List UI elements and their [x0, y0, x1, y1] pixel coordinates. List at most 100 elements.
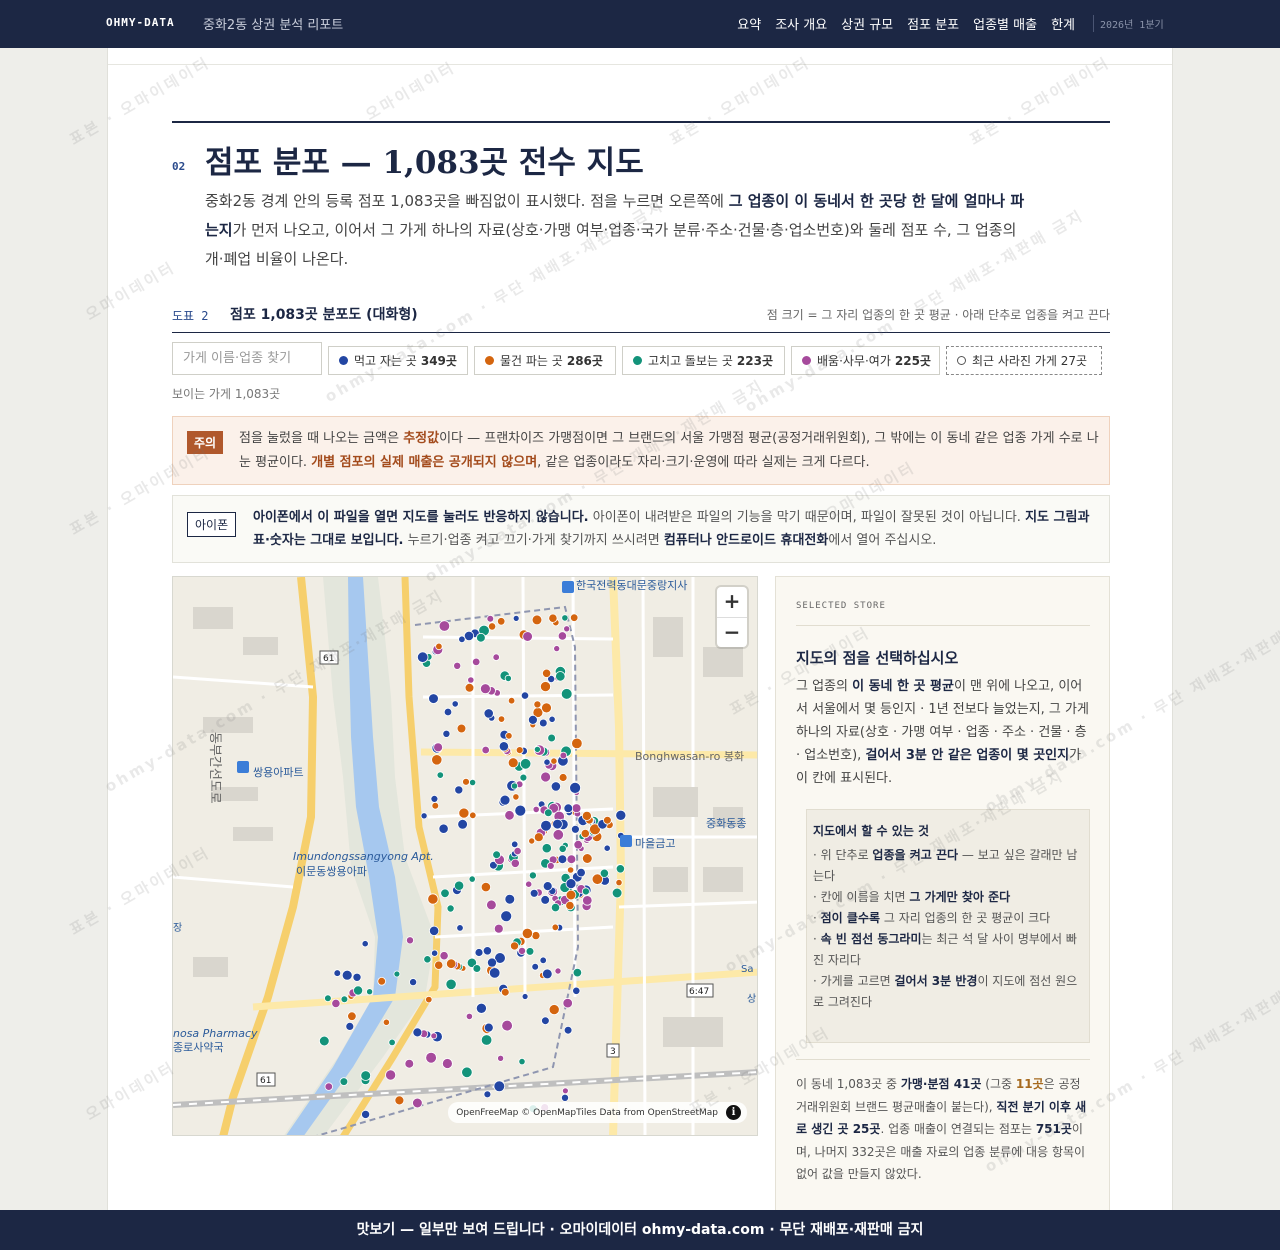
store-dot[interactable]: [533, 745, 541, 753]
store-dot[interactable]: [603, 844, 611, 852]
store-dot[interactable]: [425, 1051, 437, 1064]
store-dot[interactable]: [554, 967, 562, 975]
store-dot[interactable]: [518, 1057, 526, 1066]
store-dot[interactable]: [454, 785, 464, 795]
store-dot[interactable]: [515, 746, 524, 755]
store-dot[interactable]: [512, 615, 520, 622]
store-search-input[interactable]: [172, 342, 322, 375]
store-dot[interactable]: [409, 978, 418, 987]
store-dot[interactable]: [469, 811, 477, 819]
store-dot[interactable]: [563, 803, 574, 814]
store-dot[interactable]: [352, 972, 362, 982]
store-dot[interactable]: [560, 1093, 569, 1102]
store-dot[interactable]: [512, 793, 520, 801]
store-dot[interactable]: [581, 853, 593, 864]
store-dot[interactable]: [599, 868, 609, 878]
store-dot[interactable]: [548, 1004, 560, 1016]
store-dot[interactable]: [571, 803, 582, 814]
store-dot[interactable]: [615, 864, 625, 874]
store-dot[interactable]: [522, 631, 533, 642]
store-dot[interactable]: [377, 976, 387, 986]
store-dot[interactable]: [533, 700, 542, 709]
store-dot[interactable]: [476, 632, 486, 643]
store-dot[interactable]: [541, 968, 553, 980]
store-dot[interactable]: [509, 941, 519, 951]
store-dot[interactable]: [531, 614, 543, 626]
store-dot[interactable]: [431, 802, 440, 810]
filter-eat-button[interactable]: 먹고 자는 곳 349곳: [328, 346, 468, 375]
info-icon[interactable]: i: [726, 1105, 741, 1120]
store-dot[interactable]: [566, 854, 577, 865]
store-dot[interactable]: [525, 880, 533, 888]
store-dot[interactable]: [412, 1097, 423, 1109]
store-dot[interactable]: [580, 829, 590, 839]
store-dot[interactable]: [571, 737, 583, 750]
store-dot[interactable]: [550, 902, 561, 913]
store-dot[interactable]: [527, 714, 538, 725]
store-dot[interactable]: [440, 888, 450, 899]
store-dot[interactable]: [541, 843, 552, 854]
store-dot[interactable]: [430, 949, 439, 957]
store-dot[interactable]: [550, 757, 558, 765]
store-dot[interactable]: [360, 1070, 372, 1081]
store-dot[interactable]: [519, 773, 528, 782]
store-dot[interactable]: [547, 733, 556, 743]
store-dot[interactable]: [461, 1066, 473, 1079]
store-dot[interactable]: [436, 771, 444, 779]
store-dot[interactable]: [514, 804, 527, 817]
store-dot[interactable]: [558, 773, 568, 782]
store-dot[interactable]: [581, 887, 590, 896]
store-dot[interactable]: [420, 812, 428, 820]
store-dot[interactable]: [513, 846, 522, 856]
store-dot[interactable]: [543, 758, 551, 766]
store-dot[interactable]: [489, 967, 501, 979]
store-dot[interactable]: [385, 1069, 397, 1081]
store-dot[interactable]: [453, 661, 462, 670]
store-dot[interactable]: [493, 1080, 506, 1093]
store-dot[interactable]: [479, 683, 491, 695]
store-dot[interactable]: [541, 1016, 550, 1026]
store-dot[interactable]: [520, 691, 530, 700]
store-dot[interactable]: [581, 810, 592, 821]
store-dot[interactable]: [404, 1058, 415, 1069]
store-dot[interactable]: [552, 818, 563, 830]
store-dot[interactable]: [563, 1025, 573, 1035]
filter-closed-button[interactable]: 최근 사라진 가게 27곳: [946, 346, 1102, 375]
store-dot[interactable]: [510, 782, 519, 790]
store-dot[interactable]: [434, 960, 444, 970]
store-dot[interactable]: [430, 794, 439, 803]
store-dot[interactable]: [480, 881, 491, 893]
store-dot[interactable]: [525, 947, 535, 956]
store-dot[interactable]: [319, 1035, 330, 1047]
store-dot[interactable]: [553, 645, 561, 653]
store-dot[interactable]: [531, 962, 540, 971]
store-dot[interactable]: [464, 683, 475, 693]
store-dot[interactable]: [505, 732, 513, 740]
store-dot[interactable]: [345, 1021, 355, 1031]
store-dot[interactable]: [510, 858, 520, 868]
store-dot[interactable]: [563, 625, 571, 633]
store-dot[interactable]: [423, 955, 432, 964]
store-dot[interactable]: [324, 1082, 333, 1091]
store-dot[interactable]: [500, 910, 513, 923]
store-dot[interactable]: [353, 985, 364, 996]
store-dot[interactable]: [497, 1054, 505, 1062]
store-dot[interactable]: [474, 948, 484, 957]
store-dot[interactable]: [615, 878, 623, 887]
store-dot[interactable]: [559, 751, 568, 760]
nav-link-market-size[interactable]: 상권 규모: [841, 14, 893, 33]
store-dot[interactable]: [456, 924, 464, 932]
store-dot[interactable]: [472, 657, 481, 667]
store-dot[interactable]: [483, 708, 494, 719]
store-dot[interactable]: [382, 1018, 390, 1026]
store-dot[interactable]: [497, 715, 506, 723]
store-dot[interactable]: [438, 823, 449, 834]
store-dot[interactable]: [504, 674, 512, 683]
store-dot[interactable]: [442, 729, 451, 738]
store-dot[interactable]: [560, 688, 573, 700]
store-dot[interactable]: [566, 866, 575, 874]
store-dot[interactable]: [539, 956, 547, 964]
store-dot[interactable]: [558, 844, 567, 853]
store-dot[interactable]: [412, 1027, 423, 1038]
store-dot[interactable]: [561, 1087, 569, 1095]
